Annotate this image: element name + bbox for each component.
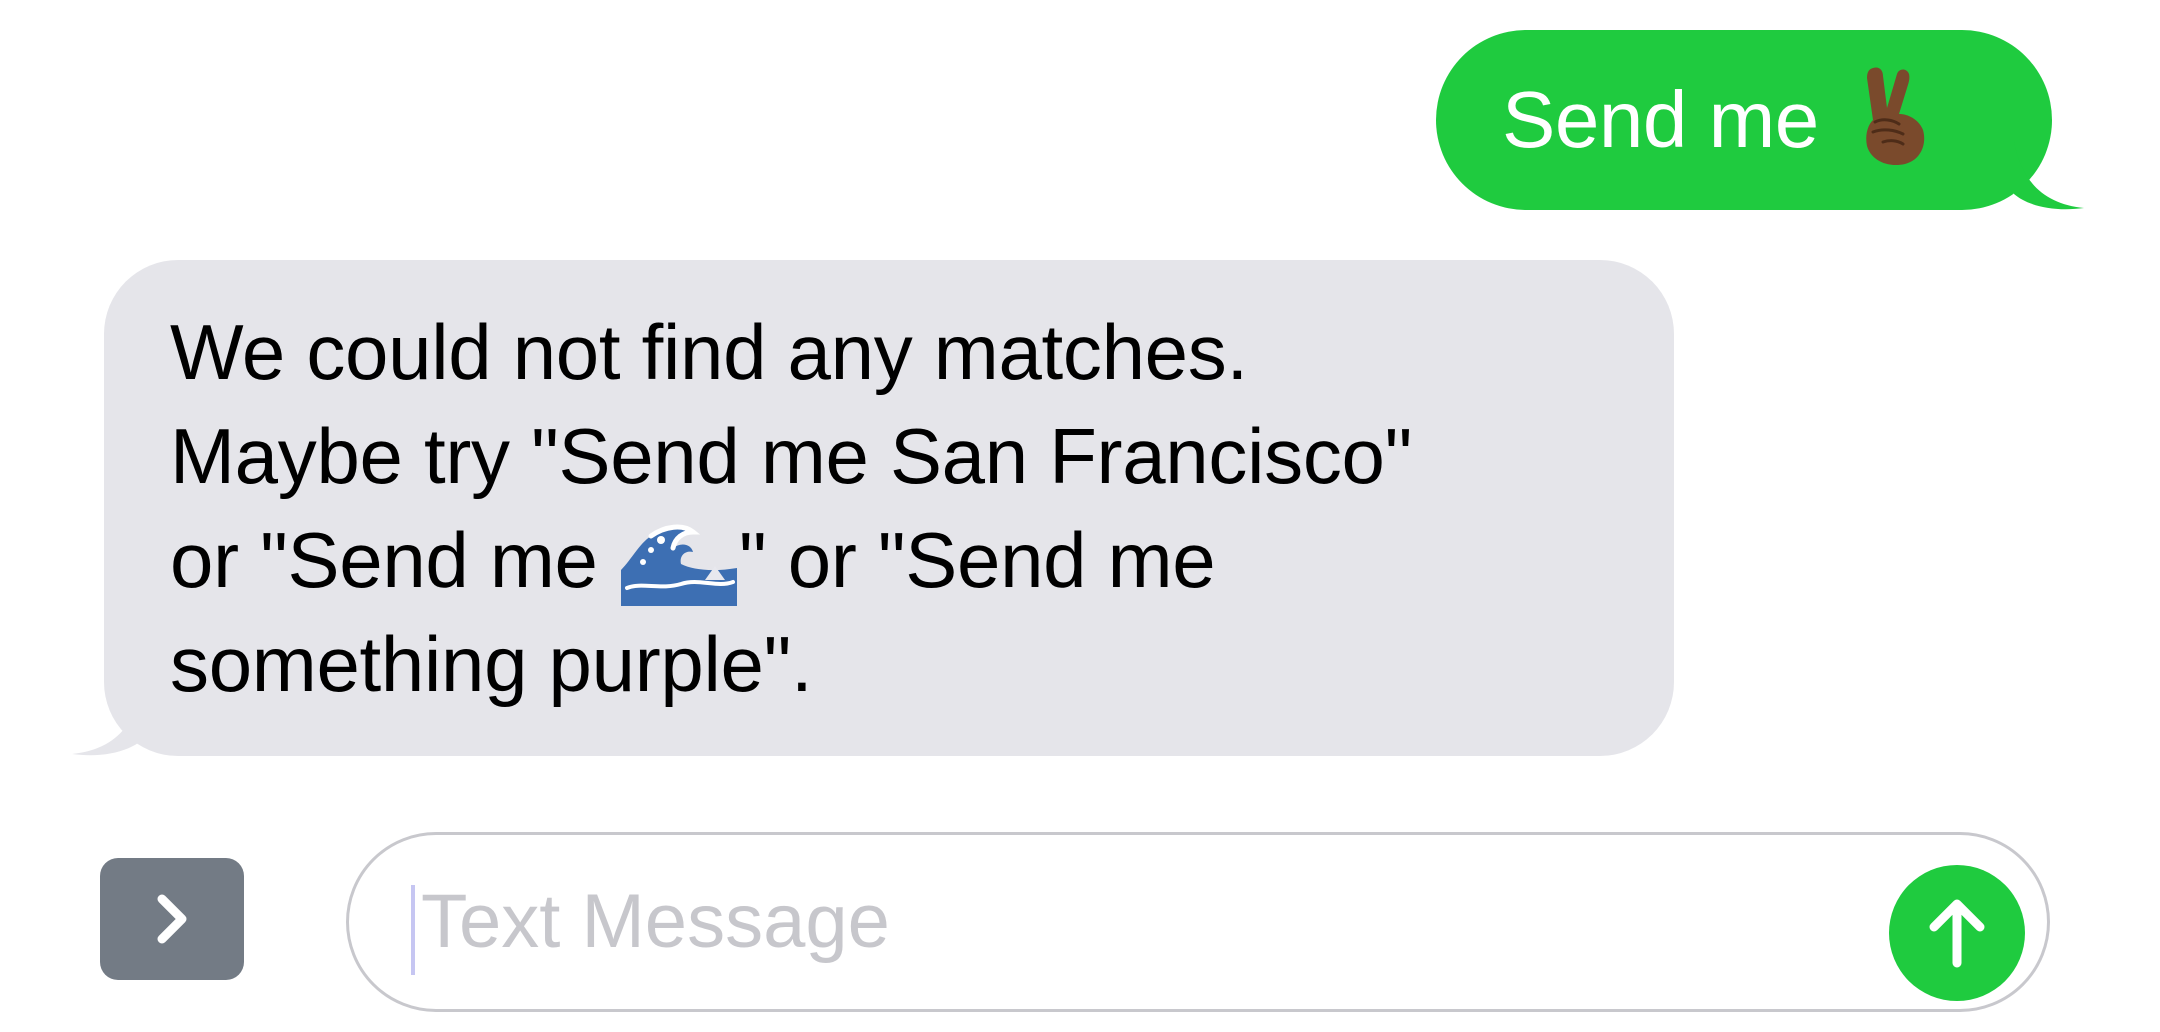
message-line: Maybe try "Send me San Francisco" (170, 412, 1412, 500)
chevron-right-icon (157, 894, 187, 944)
message-fragment: or "Send me (170, 516, 619, 604)
bubble-tail (2014, 142, 2084, 210)
incoming-message-bubble[interactable]: We could not find any matches. Maybe try… (72, 260, 1674, 756)
message-line: We could not find any matches. (170, 308, 1248, 396)
message-line: something purple". (170, 620, 813, 708)
text-cursor (411, 885, 415, 975)
outgoing-message-text: Send me (1502, 75, 1819, 164)
outgoing-message-bubble[interactable]: Send me (1436, 30, 2084, 210)
victory-hand-emoji-icon (1865, 67, 1924, 166)
water-wave-emoji-icon (620, 525, 737, 607)
message-line: or "Send me " or "Send me (170, 508, 1614, 612)
message-fragment: " or "Send me (738, 516, 1216, 604)
send-button[interactable] (1889, 865, 2025, 1001)
incoming-message-text: We could not find any matches. Maybe try… (170, 300, 1614, 716)
messages-screen: Send me We could not find any matches. M… (0, 0, 2160, 1032)
message-input-placeholder: Text Message (421, 879, 890, 964)
arrow-up-icon (1929, 899, 1985, 968)
expand-apps-button[interactable] (100, 858, 244, 980)
bubble-tail (72, 688, 142, 756)
message-input[interactable]: Text Message (346, 832, 2050, 1012)
